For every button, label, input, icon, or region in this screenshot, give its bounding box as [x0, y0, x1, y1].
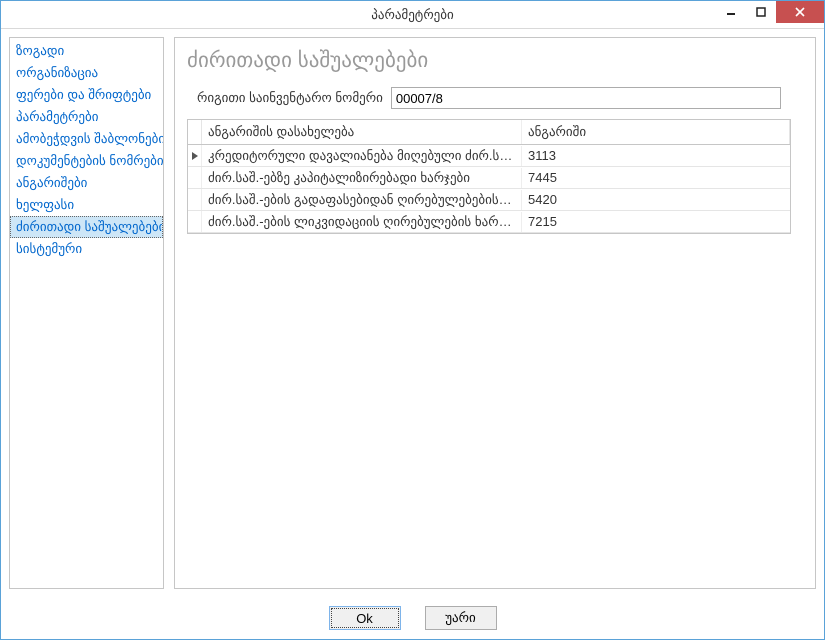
grid-header-name[interactable]: ანგარიშის დასახელება [202, 120, 522, 144]
sidebar-item-salary[interactable]: ხელფასი [10, 194, 163, 216]
cell-account-code: 5420 [522, 190, 790, 209]
cell-account-name: ძირ.საშ.-ებზე კაპიტალიზირებადი ხარჯები [202, 168, 522, 188]
sidebar: ზოგადი ორგანიზაცია ფერები და შრიფტები პა… [9, 37, 164, 589]
sidebar-item-parameters[interactable]: პარამეტრები [10, 106, 163, 128]
cell-account-code: 7215 [522, 212, 790, 231]
grid-header-indicator [188, 120, 202, 144]
table-row[interactable]: კრედიტორული დავალიანება მიღებული ძირ.საშ… [188, 145, 790, 167]
inventory-number-input[interactable] [391, 87, 781, 109]
sidebar-item-label: ანგარიშები [16, 175, 87, 190]
sidebar-item-label: ამობეჭდვის შაბლონები [16, 131, 163, 146]
sidebar-item-print-templates[interactable]: ამობეჭდვის შაბლონები [10, 128, 163, 150]
sidebar-item-label: სისტემური [16, 241, 82, 256]
titlebar: პარამეტრები [1, 1, 824, 29]
accounts-grid: ანგარიშის დასახელება ანგარიში კრედიტორულ… [187, 119, 791, 234]
table-row[interactable]: ძირ.საშ.-ების ლიკვიდაციის ღირებულების ხა… [188, 211, 790, 233]
sidebar-item-document-numbers[interactable]: დოკუმენტების ნომრები [10, 150, 163, 172]
cell-account-code: 7445 [522, 168, 790, 187]
cell-account-code: 3113 [522, 146, 790, 165]
window-title: პარამეტრები [371, 7, 453, 23]
sidebar-item-label: ორგანიზაცია [16, 65, 98, 80]
row-indicator-icon [188, 167, 202, 188]
sidebar-item-label: ძირითადი საშუალებები [16, 219, 163, 234]
sidebar-item-label: პარამეტრები [16, 109, 98, 124]
table-row[interactable]: ძირ.საშ.-ების გადაფასებიდან ღირებულებები… [188, 189, 790, 211]
window-controls [716, 1, 824, 23]
grid-header-account[interactable]: ანგარიში [522, 120, 790, 144]
content-area: ზოგადი ორგანიზაცია ფერები და შრიფტები პა… [1, 29, 824, 597]
table-row[interactable]: ძირ.საშ.-ებზე კაპიტალიზირებადი ხარჯები 7… [188, 167, 790, 189]
inventory-number-label: რიგითი საინვენტარო ნომერი [197, 90, 383, 106]
main-panel: ძირითადი საშუალებები რიგითი საინვენტარო … [174, 37, 816, 589]
sidebar-item-label: ფერები და შრიფტები [16, 87, 151, 102]
sidebar-item-system[interactable]: სისტემური [10, 238, 163, 260]
sidebar-item-label: ხელფასი [16, 197, 74, 212]
cancel-button[interactable]: უარი [425, 606, 497, 630]
ok-button[interactable]: Ok [329, 606, 401, 630]
sidebar-item-general[interactable]: ზოგადი [10, 40, 163, 62]
cell-account-name: კრედიტორული დავალიანება მიღებული ძირ.საშ… [202, 146, 522, 166]
dialog-window: პარამეტრები ზოგადი ორგანიზაცია ფერები და… [0, 0, 825, 640]
panel-title: ძირითადი საშუალებები [187, 48, 803, 73]
sidebar-item-accounts[interactable]: ანგარიშები [10, 172, 163, 194]
sidebar-item-colors-fonts[interactable]: ფერები და შრიფტები [10, 84, 163, 106]
grid-header: ანგარიშის დასახელება ანგარიში [188, 120, 790, 145]
close-button[interactable] [776, 1, 824, 23]
sidebar-item-fixed-assets[interactable]: ძირითადი საშუალებები [10, 216, 163, 238]
row-indicator-icon [188, 189, 202, 210]
cell-account-name: ძირ.საშ.-ების ლიკვიდაციის ღირებულების ხა… [202, 212, 522, 232]
maximize-button[interactable] [746, 1, 776, 23]
sidebar-item-label: ზოგადი [16, 43, 64, 58]
button-bar: Ok უარი [1, 597, 824, 639]
minimize-button[interactable] [716, 1, 746, 23]
sidebar-item-organization[interactable]: ორგანიზაცია [10, 62, 163, 84]
inventory-number-row: რიგითი საინვენტარო ნომერი [187, 87, 803, 109]
row-indicator-icon [188, 145, 202, 166]
row-indicator-icon [188, 211, 202, 232]
sidebar-item-label: დოკუმენტების ნომრები [16, 153, 163, 168]
cell-account-name: ძირ.საშ.-ების გადაფასებიდან ღირებულებები… [202, 190, 522, 210]
